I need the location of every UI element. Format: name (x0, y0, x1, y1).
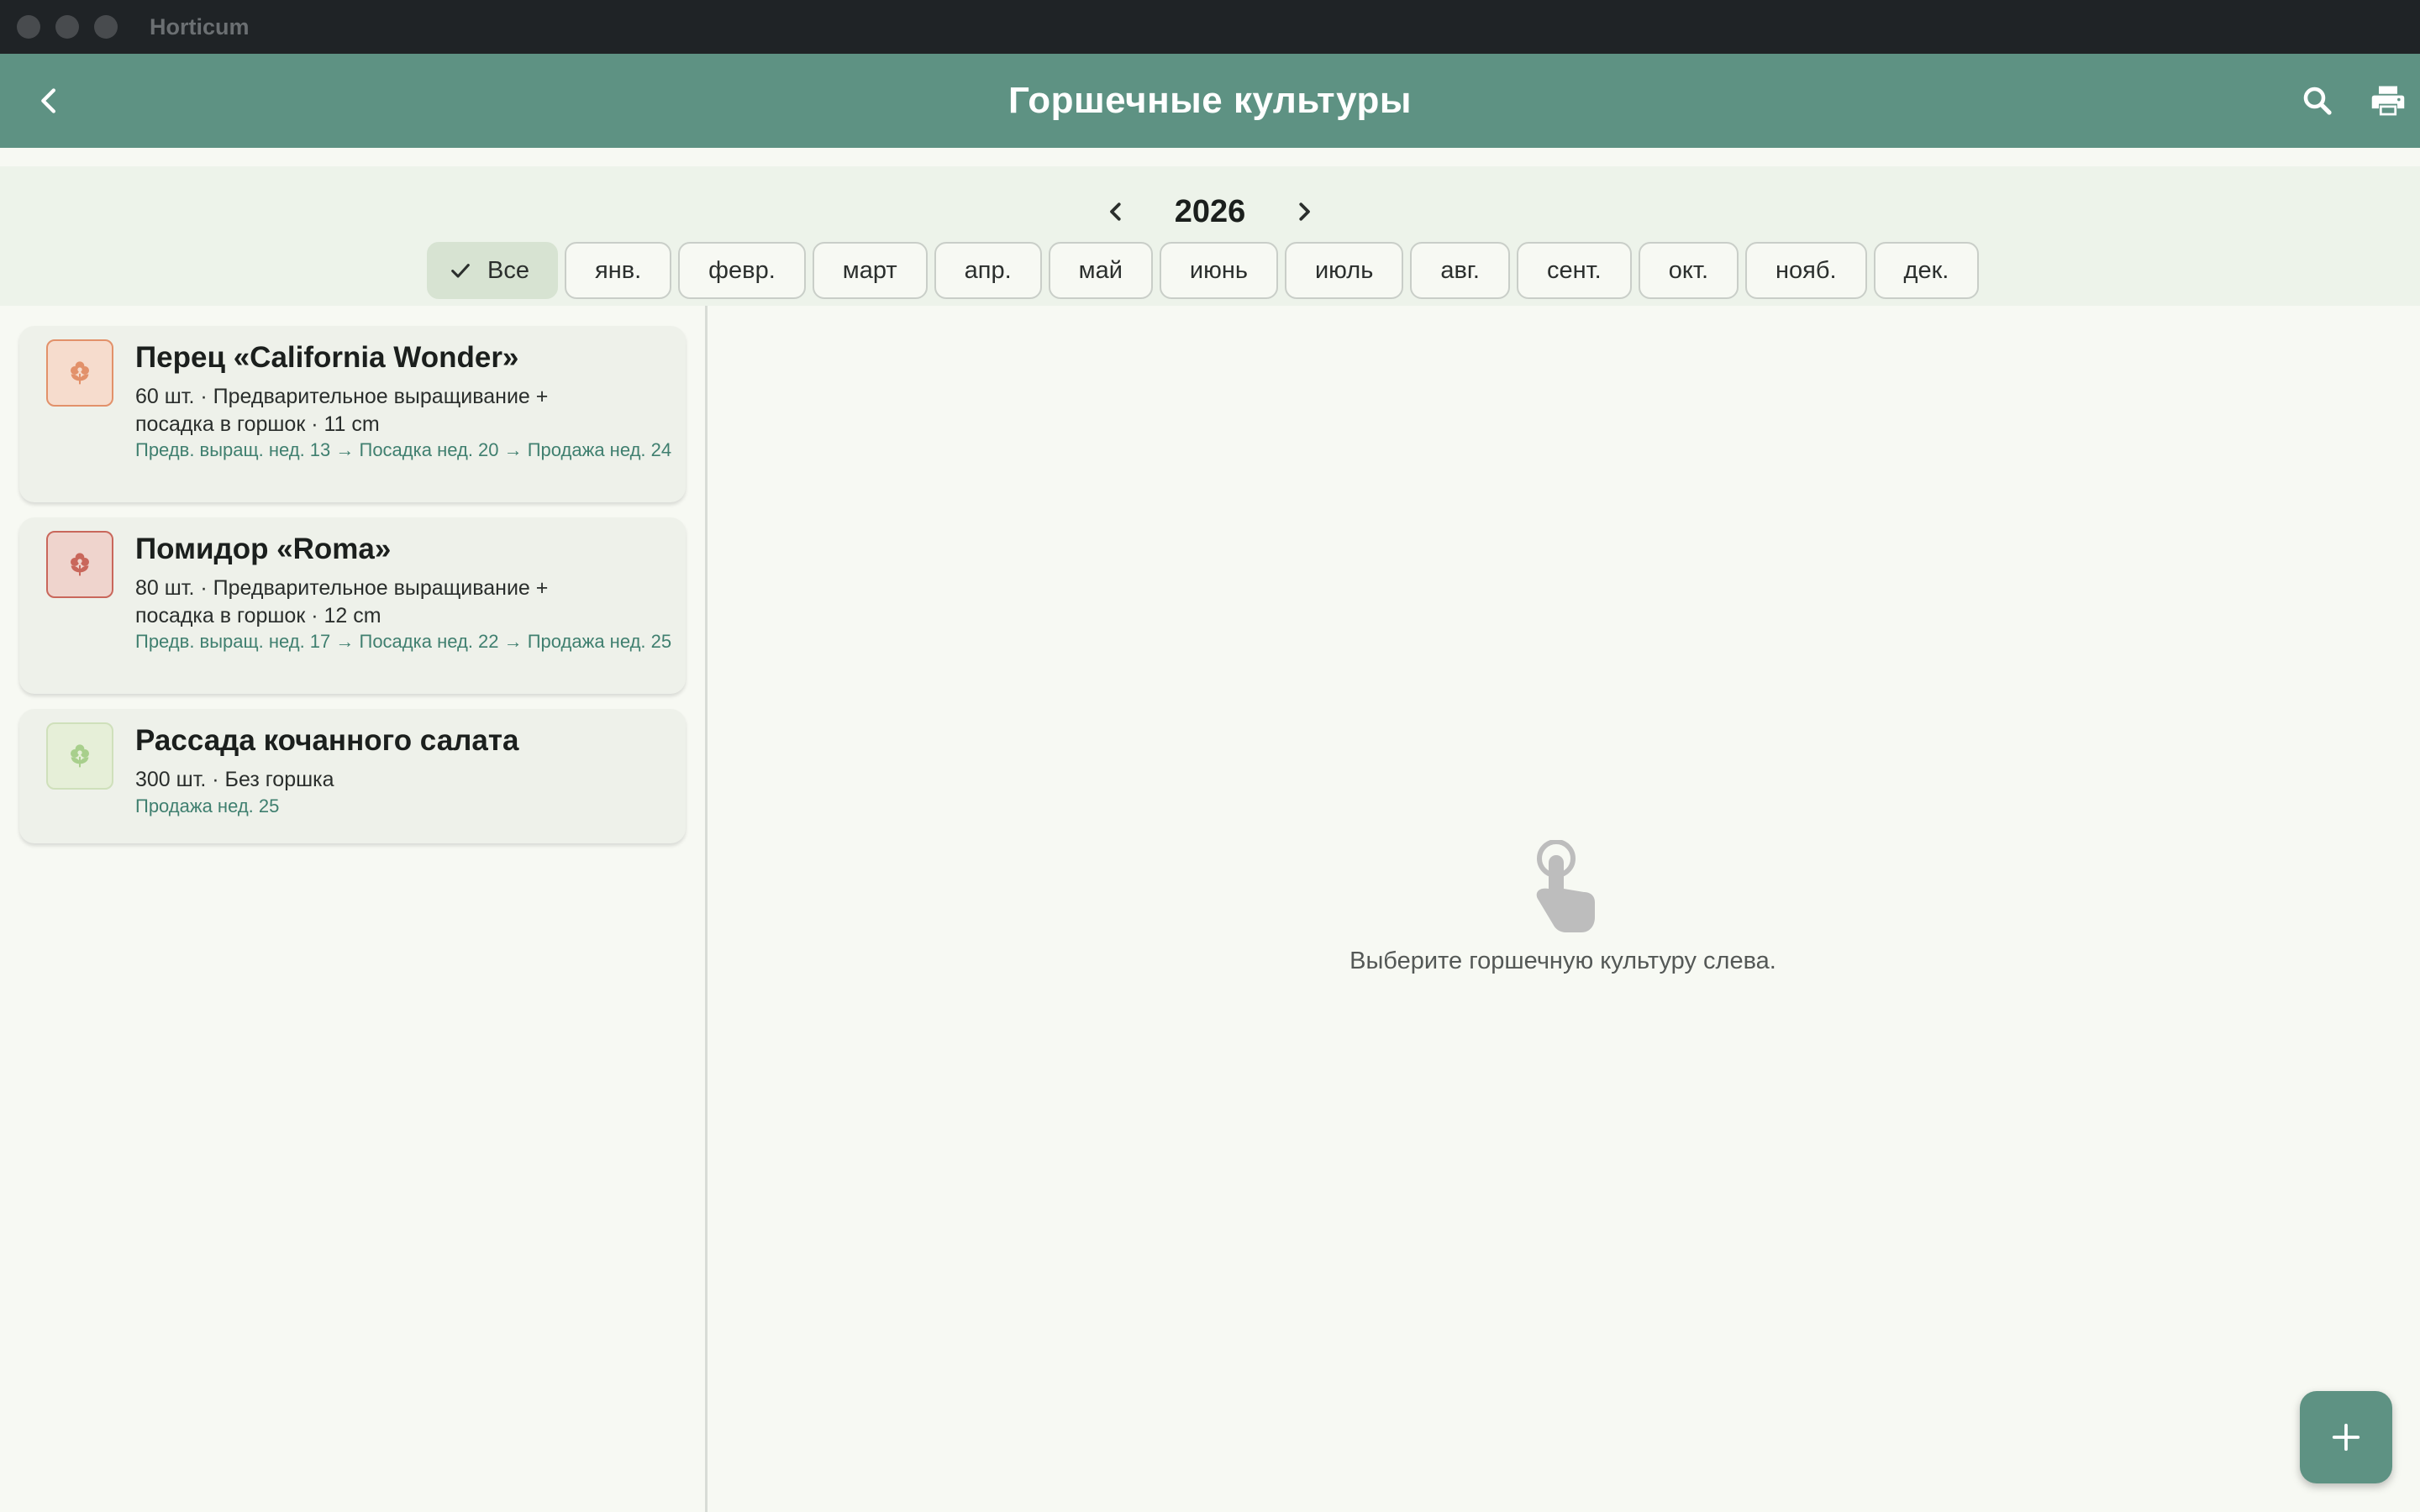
flower-icon (71, 361, 89, 385)
crop-card[interactable]: Перец «California Wonder» 60 шт. · Предв… (19, 326, 686, 502)
chip-label: июнь (1189, 256, 1248, 284)
page-title: Горшечные культуры (1008, 80, 1412, 121)
chip-label: окт. (1668, 256, 1709, 284)
crop-description: 300 шт. · Без горшка (135, 768, 334, 791)
empty-state-text: Выберите горшечную культуру слева. (1349, 948, 1776, 974)
crop-description: 60 шт. · Предварительное выращивание + п… (135, 385, 549, 436)
chip-month-dec[interactable]: дек. (1873, 242, 1980, 299)
search-icon (2303, 87, 2332, 115)
chip-label: янв. (594, 256, 642, 284)
flower-icon (71, 744, 89, 768)
filter-bar: 2026 Все янв. февр. март апр. май июнь и… (0, 166, 2420, 306)
crop-card[interactable]: Помидор «Roma» 80 шт. · Предварительное … (19, 517, 686, 694)
crop-description: 80 шт. · Предварительное выращивание + п… (135, 576, 549, 627)
chip-month-sep[interactable]: сент. (1516, 242, 1632, 299)
chip-all-label: Все (487, 256, 529, 284)
chip-month-may[interactable]: май (1048, 242, 1153, 299)
chip-label: март (842, 256, 897, 284)
touch-icon (1536, 840, 1595, 932)
chip-month-jul[interactable]: июль (1284, 242, 1404, 299)
back-button[interactable] (25, 77, 72, 124)
panel-divider[interactable] (705, 306, 708, 1512)
chip-month-feb[interactable]: февр. (678, 242, 806, 299)
crop-schedule: Продажа нед. 25 (135, 795, 280, 816)
previous-year-button[interactable] (1097, 193, 1134, 230)
chip-month-oct[interactable]: окт. (1638, 242, 1739, 299)
chip-label: апр. (964, 256, 1012, 284)
chip-month-jan[interactable]: янв. (564, 242, 672, 299)
crop-name: Помидор «Roma» (135, 533, 392, 565)
chip-label: май (1078, 256, 1123, 284)
chevron-left-icon (1110, 202, 1121, 221)
year-selector: 2026 (0, 190, 2420, 234)
crop-schedule: Предв. выращ. нед. 13 → Посадка нед. 20 … (135, 439, 672, 460)
window-titlebar: Horticum (0, 0, 2420, 54)
checkmark-icon (451, 264, 470, 278)
chip-month-jun[interactable]: июнь (1159, 242, 1278, 299)
chip-label: нояб. (1776, 256, 1837, 284)
crop-icon-box (46, 531, 113, 598)
chip-month-aug[interactable]: авг. (1410, 242, 1510, 299)
print-button[interactable] (2365, 77, 2412, 124)
chip-label: июль (1314, 256, 1374, 284)
chip-label: авг. (1440, 256, 1480, 284)
zoom-window-button[interactable] (94, 15, 118, 39)
window-controls (17, 15, 118, 39)
year-label: 2026 (1174, 193, 1246, 229)
chip-month-nov[interactable]: нояб. (1745, 242, 1867, 299)
crop-name: Перец «California Wonder» (135, 341, 519, 374)
chip-label: дек. (1903, 256, 1949, 284)
crop-schedule: Предв. выращ. нед. 17 → Посадка нед. 22 … (135, 631, 672, 652)
crop-icon-box (46, 339, 113, 407)
crop-name: Рассада кочанного салата (135, 724, 519, 757)
crop-card[interactable]: Рассада кочанного салата 300 шт. · Без г… (19, 709, 686, 843)
arrow-back-icon (41, 88, 55, 113)
chevron-right-icon (1299, 202, 1310, 221)
crop-icon-box (46, 722, 113, 790)
close-window-button[interactable] (17, 15, 40, 39)
add-crop-button[interactable] (2300, 1391, 2392, 1483)
next-year-button[interactable] (1286, 193, 1323, 230)
plus-icon (2332, 1423, 2360, 1452)
app-bar: Горшечные культуры (0, 54, 2420, 148)
chip-month-apr[interactable]: апр. (934, 242, 1042, 299)
window-title: Horticum (150, 13, 250, 39)
minimize-window-button[interactable] (55, 15, 79, 39)
chip-label: февр. (708, 256, 776, 284)
print-icon (2371, 86, 2405, 116)
flower-icon (71, 553, 89, 576)
chip-month-mar[interactable]: март (812, 242, 928, 299)
search-button[interactable] (2294, 77, 2341, 124)
chip-label: сент. (1546, 256, 1602, 284)
chip-all[interactable]: Все (427, 242, 558, 299)
month-filter-chips: Все янв. февр. март апр. май июнь июль а… (427, 242, 1980, 299)
